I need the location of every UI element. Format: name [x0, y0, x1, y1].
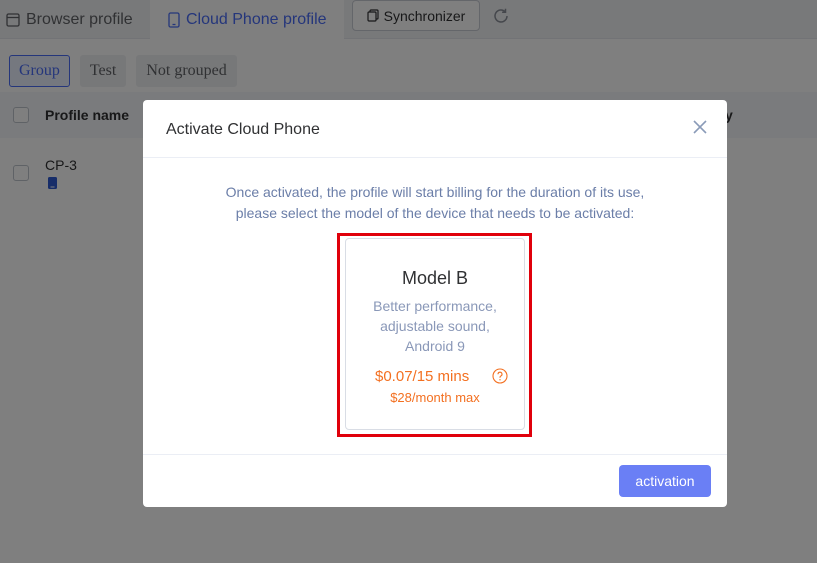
model-desc-line-2: adjustable sound,: [380, 318, 490, 334]
model-description: Better performance, adjustable sound, An…: [346, 296, 524, 356]
model-desc-line-1: Better performance,: [373, 298, 497, 314]
model-title: Model B: [401, 268, 469, 288]
model-desc-line-3: Android 9: [405, 338, 465, 354]
model-card[interactable]: Model B Better performance, adjustable s…: [345, 238, 525, 430]
activation-button[interactable]: activation: [619, 465, 711, 497]
close-icon[interactable]: [691, 118, 709, 136]
dialog-divider: [143, 157, 727, 158]
dialog-footer-divider: [143, 454, 727, 455]
dialog-title: Activate Cloud Phone: [166, 121, 320, 138]
intro-line-2: please select the model of the device th…: [235, 205, 635, 221]
help-circle-icon[interactable]: [492, 368, 508, 384]
dialog-intro: Once activated, the profile will start b…: [143, 182, 727, 224]
intro-line-1: Once activated, the profile will start b…: [225, 184, 645, 200]
model-price: $0.07/15 mins: [375, 368, 470, 385]
model-monthly-max: $28/month max: [390, 390, 480, 405]
activate-cloud-phone-dialog: Activate Cloud Phone Once activated, the…: [143, 100, 727, 507]
